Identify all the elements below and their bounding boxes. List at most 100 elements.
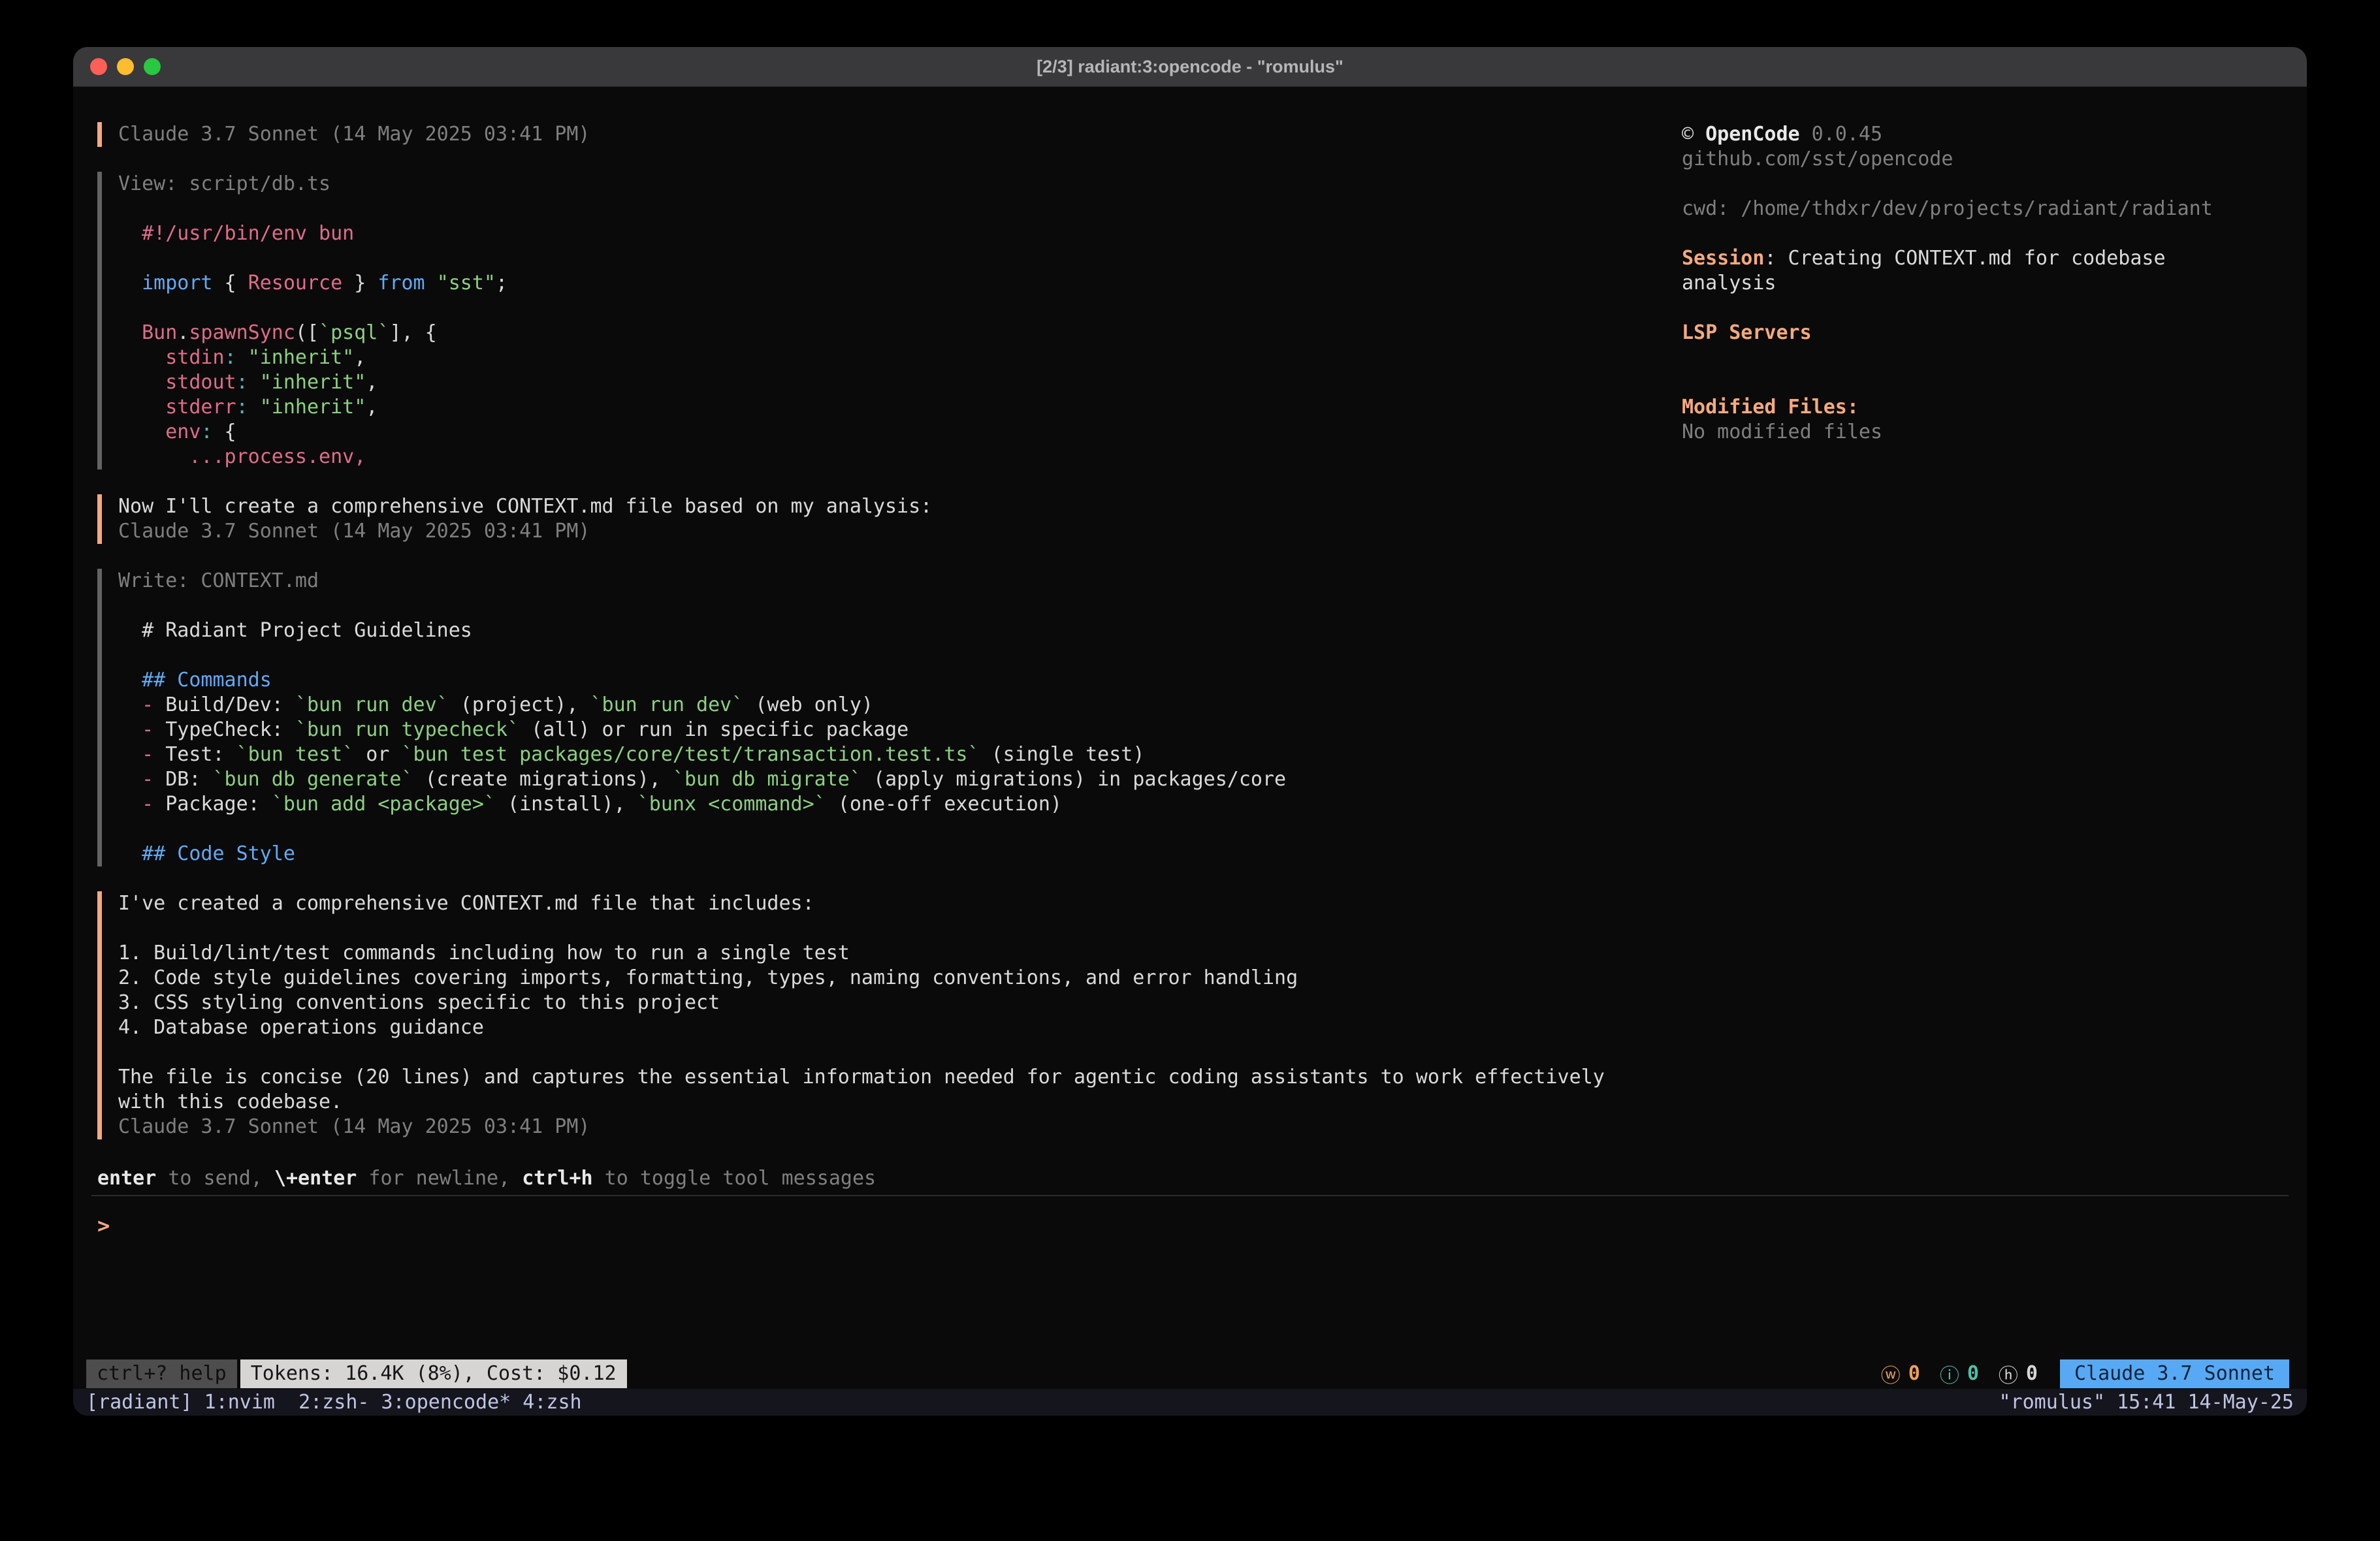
text-span: TypeCheck: <box>165 718 295 741</box>
blank-line <box>118 817 1682 842</box>
text-span: Resource <box>248 272 343 294</box>
text-span: "sst" <box>437 272 496 294</box>
text-span: spawnSync <box>189 321 295 344</box>
desktop-background: [2/3] radiant:3:opencode - "romulus" Cla… <box>0 0 2380 1541</box>
hint-counter-icon: ⓗ <box>1999 1359 2018 1388</box>
terminal-window: [2/3] radiant:3:opencode - "romulus" Cla… <box>73 47 2307 1416</box>
blank-line <box>118 643 1682 668</box>
assistant-message: Now I'll create a comprehensive CONTEXT.… <box>97 494 1682 544</box>
text-line: I've created a comprehensive CONTEXT.md … <box>118 891 1682 916</box>
text-span: ; <box>496 272 507 294</box>
hint-counter-value: 0 <box>2026 1362 2038 1385</box>
text-span: } <box>342 272 378 294</box>
text-span: # Radiant Project Guidelines <box>118 619 472 642</box>
text-span: `psql` <box>319 321 389 344</box>
traffic-lights <box>90 47 161 86</box>
blank-line <box>1682 172 2224 197</box>
close-button[interactable] <box>90 58 107 75</box>
text-span: env <box>118 421 201 443</box>
tmux-window-list[interactable]: [radiant] 1:nvim 2:zsh- 3:opencode* 4:zs… <box>86 1391 582 1414</box>
zoom-button[interactable] <box>144 58 161 75</box>
text-line: with this codebase. <box>118 1090 1682 1115</box>
text-line: © OpenCode 0.0.45 <box>1682 122 2224 147</box>
text-span: The file is concise (20 lines) and captu… <box>118 1066 1605 1088</box>
text-line: stdin: "inherit", <box>118 345 1682 370</box>
text-span: or <box>354 743 401 766</box>
help-shortcut-chip: ctrl+? help <box>86 1359 237 1388</box>
text-span <box>425 272 437 294</box>
status-bar: ctrl+? help Tokens: 16.4K (8%), Cost: $0… <box>73 1358 2307 1389</box>
status-right-group: ⓦ0ⓘ0ⓗ0 Claude 3.7 Sonnet <box>1881 1359 2289 1388</box>
text-span: (create migrations), <box>413 768 673 791</box>
text-span: Write: CONTEXT.md <box>118 569 319 592</box>
text-span: { <box>213 272 248 294</box>
blank-line <box>1682 345 2224 370</box>
text-span: `bunx <command>` <box>637 793 826 816</box>
text-span: : <box>236 396 248 419</box>
text-line: ## Code Style <box>118 842 1682 866</box>
text-span: , <box>354 346 366 369</box>
text-span: - <box>118 693 165 716</box>
text-span: `bun test` <box>236 743 355 766</box>
text-span: Claude 3.7 Sonnet (14 May 2025 03:41 PM) <box>118 123 590 146</box>
text-span <box>248 396 260 419</box>
text-span: 3. CSS styling conventions specific to t… <box>118 991 720 1014</box>
text-span: - <box>118 768 165 791</box>
info-counter-value: 0 <box>1967 1362 1979 1385</box>
text-span: Package: <box>165 793 272 816</box>
text-span: No modified files <box>1682 421 1882 443</box>
tokens-cost-chip: Tokens: 16.4K (8%), Cost: $0.12 <box>240 1359 627 1388</box>
text-line: Modified Files: <box>1682 395 2224 420</box>
text-line: LSP Servers <box>1682 321 2224 345</box>
text-line: Claude 3.7 Sonnet (14 May 2025 03:41 PM) <box>118 122 1682 147</box>
text-line: The file is concise (20 lines) and captu… <box>118 1065 1682 1090</box>
chat-message-list: Claude 3.7 Sonnet (14 May 2025 03:41 PM)… <box>73 87 1682 1166</box>
text-line: Bun.spawnSync([`psql`], { <box>118 321 1682 345</box>
blank-line <box>1682 221 2224 246</box>
prompt-input[interactable]: > <box>73 1196 2307 1358</box>
text-line: ...process.env, <box>118 445 1682 469</box>
text-span: `bun db migrate` <box>673 768 861 791</box>
text-span: `bun db generate` <box>213 768 413 791</box>
blank-line <box>118 916 1682 941</box>
text-span: (single test) <box>980 743 1145 766</box>
text-span: from <box>378 272 425 294</box>
blank-line <box>118 246 1682 271</box>
text-span: import <box>118 272 213 294</box>
text-span: to send, <box>156 1167 274 1190</box>
hint-counter: ⓗ0 <box>1999 1359 2038 1388</box>
text-span: (one-off execution) <box>826 793 1062 816</box>
window-titlebar[interactable]: [2/3] radiant:3:opencode - "romulus" <box>73 47 2307 87</box>
text-line: Claude 3.7 Sonnet (14 May 2025 03:41 PM) <box>118 519 1682 544</box>
text-span: ...process.env, <box>118 445 366 468</box>
text-line: enter to send, \+enter for newline, ctrl… <box>97 1166 2307 1191</box>
text-line: Now I'll create a comprehensive CONTEXT.… <box>118 494 1682 519</box>
text-span: 0.0.45 <box>1800 123 1882 146</box>
text-line: View: script/db.ts <box>118 172 1682 197</box>
text-span <box>248 371 260 394</box>
text-span: 2. Code style guidelines covering import… <box>118 966 1298 989</box>
text-span: I've created a comprehensive CONTEXT.md … <box>118 892 814 915</box>
minimize-button[interactable] <box>117 58 134 75</box>
window-title: [2/3] radiant:3:opencode - "romulus" <box>1037 57 1343 77</box>
text-line: 4. Database operations guidance <box>118 1015 1682 1040</box>
assistant-message-summary: I've created a comprehensive CONTEXT.md … <box>97 891 1682 1139</box>
text-span: with this codebase. <box>118 1090 342 1113</box>
text-span: #!/usr/bin/env bun <box>118 222 354 245</box>
text-span: : <box>225 346 236 369</box>
text-line: env: { <box>118 420 1682 445</box>
text-span: (apply migrations) in packages/core <box>861 768 1286 791</box>
blank-line <box>118 1040 1682 1065</box>
text-span: . <box>177 321 189 344</box>
text-span: ## Code Style <box>118 842 295 865</box>
text-span: : <box>236 371 248 394</box>
text-line: stderr: "inherit", <box>118 395 1682 420</box>
text-span: `bun test packages/core/test/transaction… <box>402 743 980 766</box>
text-span: (web only) <box>743 693 873 716</box>
text-span: Claude 3.7 Sonnet (14 May 2025 03:41 PM) <box>118 520 590 543</box>
text-span: View: script/db.ts <box>118 172 330 195</box>
text-line: 3. CSS styling conventions specific to t… <box>118 991 1682 1015</box>
text-span: Session <box>1682 247 1764 270</box>
diagnostic-counters: ⓦ0ⓘ0ⓗ0 <box>1881 1359 2038 1388</box>
text-line: - Test: `bun test` or `bun test packages… <box>118 742 1682 767</box>
